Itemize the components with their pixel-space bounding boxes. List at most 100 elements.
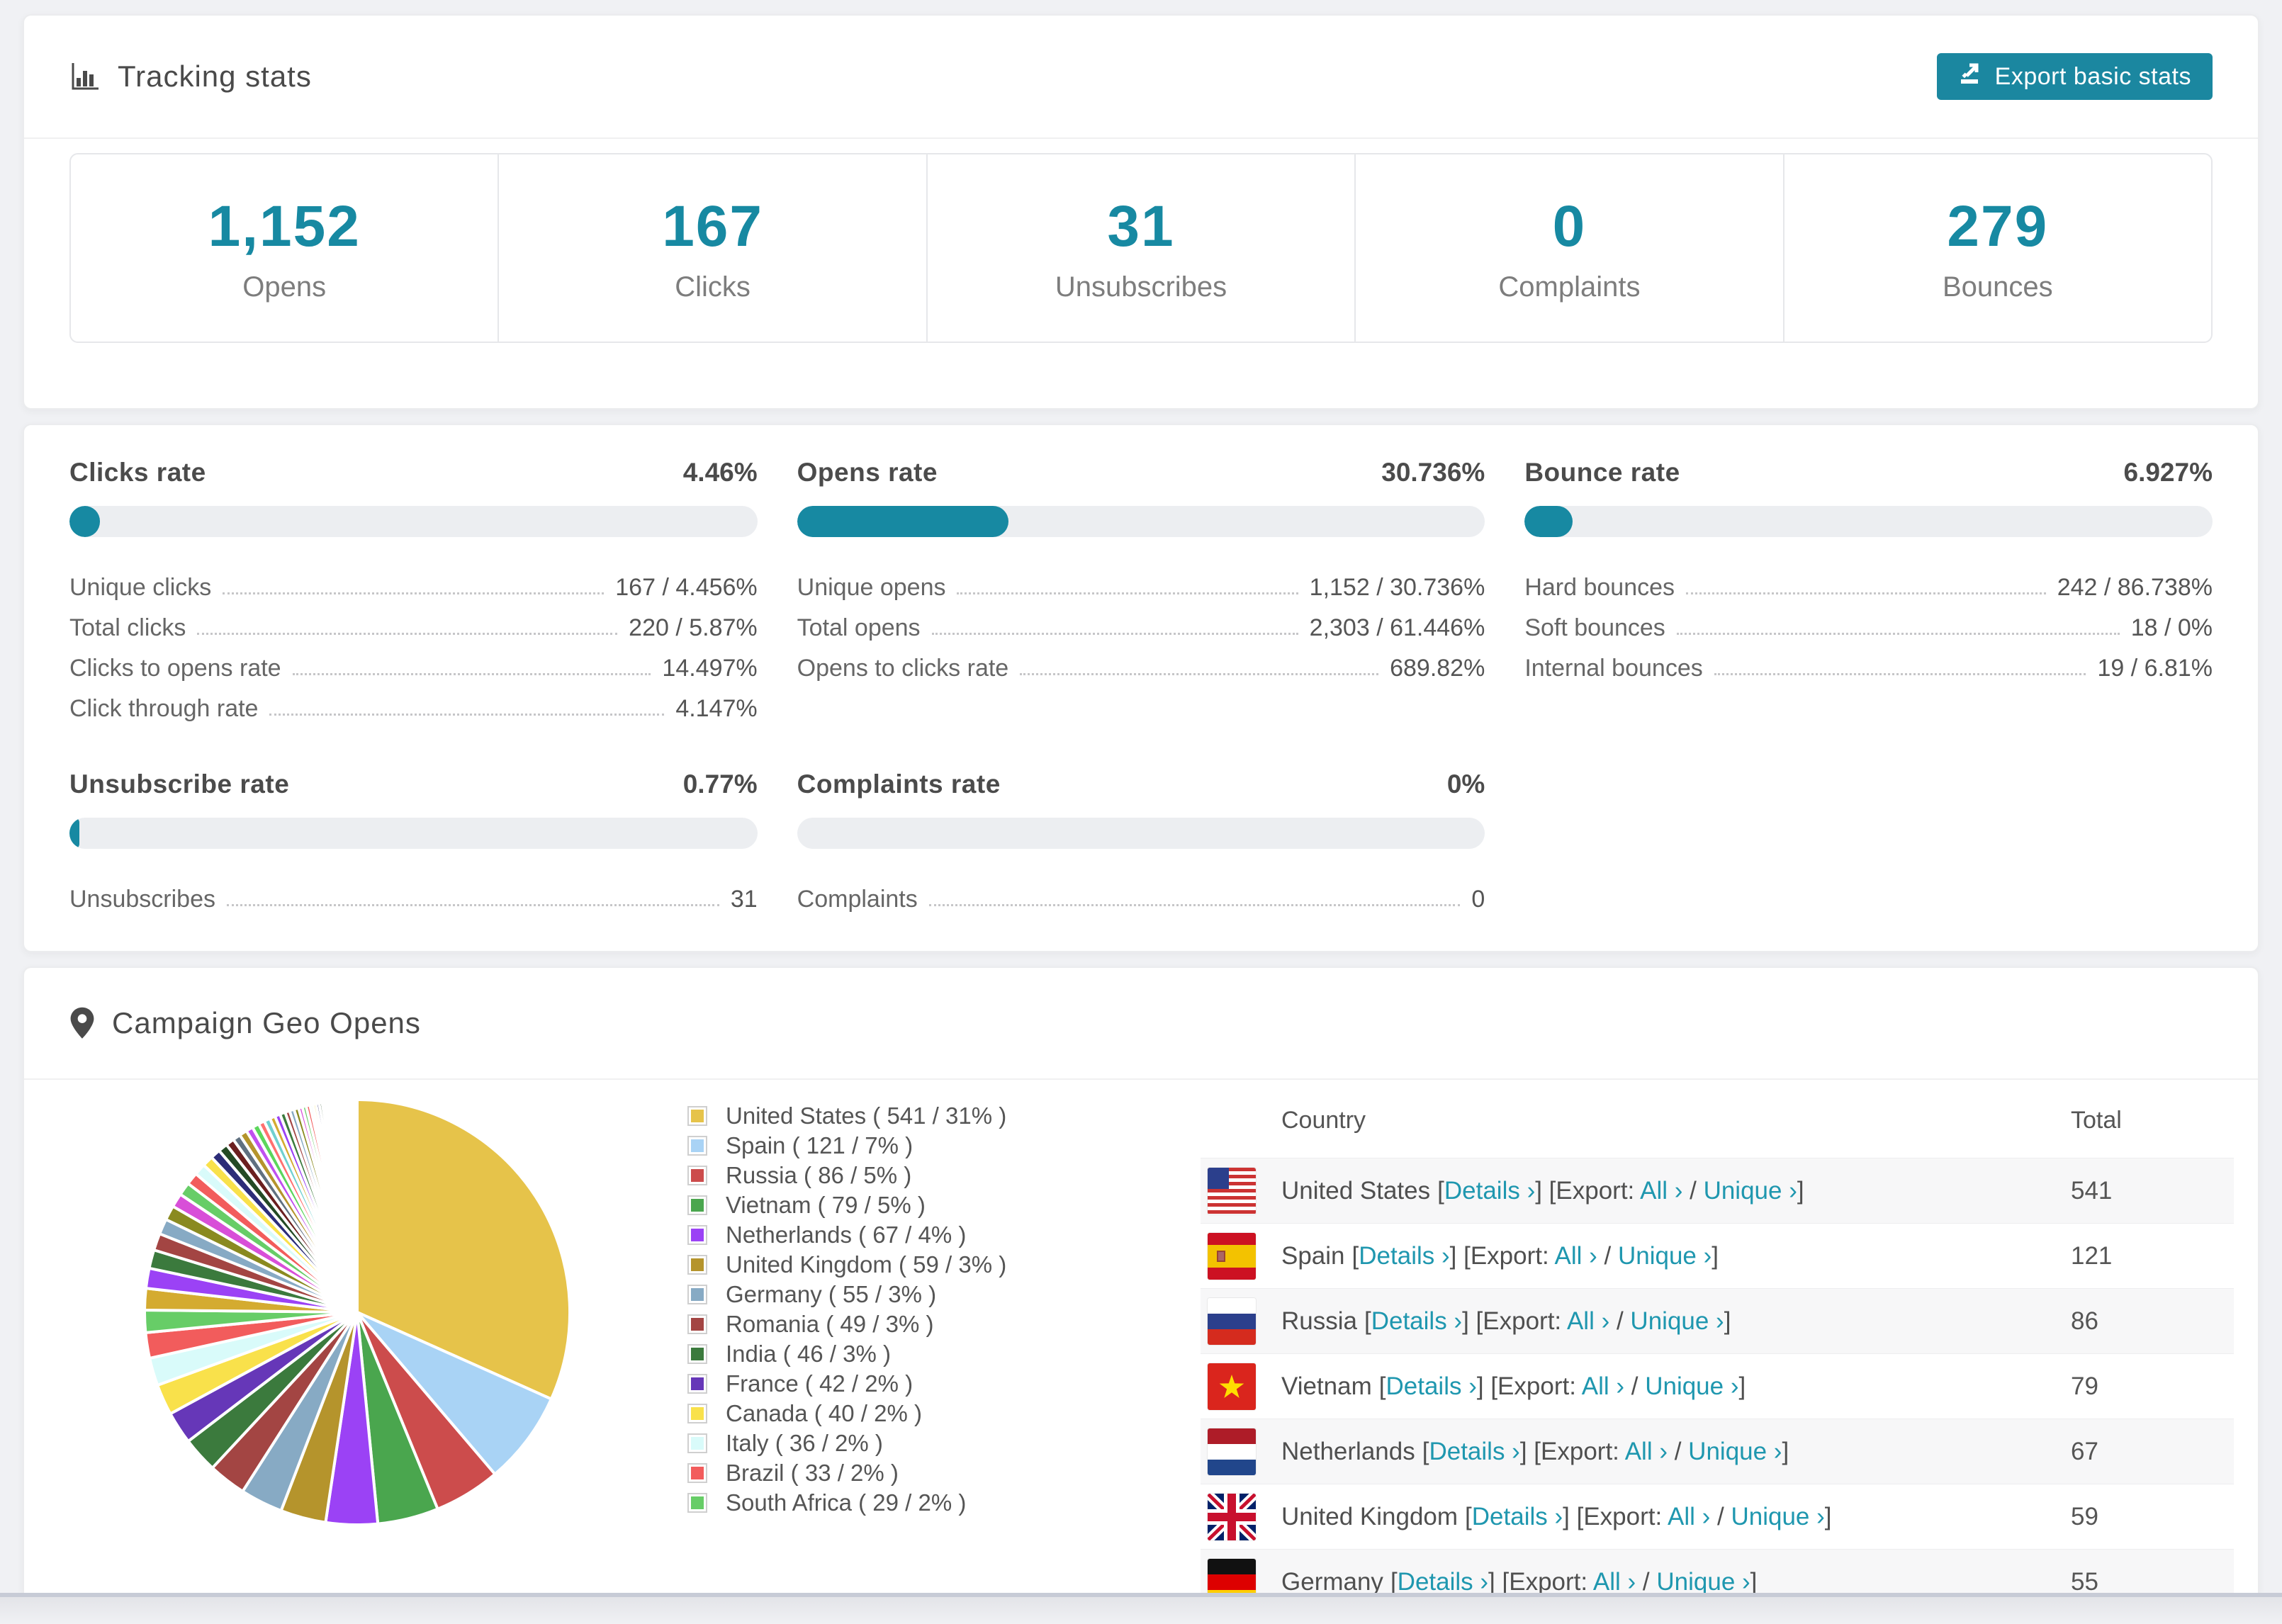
legend-item[interactable]: India ( 46 / 3% ) [687, 1339, 1201, 1369]
export-basic-stats-button[interactable]: Export basic stats [1936, 53, 2213, 100]
page-title: Tracking stats [118, 60, 312, 93]
rate-row: Soft bounces 18 / 0% [1524, 602, 2213, 642]
details-link[interactable]: Details › [1398, 1568, 1488, 1594]
rate-title: Clicks rate [69, 458, 206, 487]
rate-row-label: Click through rate [69, 695, 259, 722]
stat-card: 1,152 Opens [71, 154, 500, 342]
geo-header: Campaign Geo Opens [24, 968, 2258, 1080]
stat-value: 1,152 [208, 193, 361, 259]
rate-row: Unsubscribes 31 [69, 873, 758, 913]
export-unique-link[interactable]: Unique › [1704, 1177, 1797, 1205]
legend-label: Spain ( 121 / 7% ) [726, 1132, 914, 1158]
rate-row: Hard bounces 242 / 86.738% [1524, 561, 2213, 602]
flag-us-icon [1208, 1167, 1256, 1214]
export-all-link[interactable]: All › [1625, 1438, 1668, 1465]
rate-header: Bounce rate 6.927% [1524, 458, 2213, 487]
details-link[interactable]: Details › [1472, 1503, 1563, 1530]
details-link[interactable]: Details › [1444, 1177, 1535, 1205]
legend-label: India ( 46 / 3% ) [726, 1341, 891, 1367]
legend-swatch [687, 1136, 707, 1156]
legend-label: Brazil ( 33 / 2% ) [726, 1460, 899, 1486]
dotted-leader [1686, 592, 2046, 594]
export-unique-link[interactable]: Unique › [1630, 1307, 1724, 1335]
export-all-link[interactable]: All › [1567, 1307, 1609, 1335]
export-all-link[interactable]: All › [1555, 1242, 1597, 1270]
export-unique-link[interactable]: Unique › [1731, 1503, 1824, 1530]
stat-value: 31 [1107, 193, 1175, 259]
details-link[interactable]: Details › [1371, 1307, 1462, 1335]
legend-item[interactable]: Brazil ( 33 / 2% ) [687, 1458, 1201, 1488]
rate-row-label: Complaints [797, 886, 918, 913]
dotted-leader [1020, 673, 1379, 675]
export-unique-link[interactable]: Unique › [1656, 1568, 1750, 1594]
country-links: [Details ›] [Export: All › / Unique ›] [1437, 1176, 1804, 1205]
dotted-leader [931, 633, 1298, 635]
rate-row-value: 0 [1471, 886, 1485, 913]
page-bottom-background [0, 1597, 2282, 1624]
legend-item[interactable]: Italy ( 36 / 2% ) [687, 1428, 1201, 1458]
legend-label: France ( 42 / 2% ) [726, 1370, 914, 1397]
legend-swatch [687, 1374, 707, 1394]
legend-swatch [687, 1404, 707, 1423]
export-all-link[interactable]: All › [1593, 1568, 1636, 1594]
geo-title-group: Campaign Geo Opens [69, 1006, 421, 1040]
table-row: United Kingdom [Details ›] [Export: All ›… [1201, 1484, 2234, 1549]
campaign-geo-opens-card: Campaign Geo Opens United States ( 541 /… [23, 966, 2259, 1593]
rate-row: Click through rate 4.147% [69, 682, 758, 723]
table-row: Netherlands [Details ›] [Export: All › / … [1201, 1419, 2234, 1484]
legend-label: Russia ( 86 / 5% ) [726, 1162, 912, 1188]
rate-row-label: Internal bounces [1524, 655, 1703, 682]
export-unique-link[interactable]: Unique › [1645, 1372, 1738, 1400]
export-all-link[interactable]: All › [1582, 1372, 1624, 1400]
progress-bar [1524, 506, 2213, 537]
legend-item[interactable]: Canada ( 40 / 2% ) [687, 1399, 1201, 1428]
legend-label: United Kingdom ( 59 / 3% ) [726, 1251, 1007, 1278]
country-name: United States [1281, 1176, 1431, 1205]
export-unique-link[interactable]: Unique › [1688, 1438, 1782, 1465]
rate-title: Bounce rate [1524, 458, 1680, 487]
details-link[interactable]: Details › [1386, 1372, 1477, 1400]
table-row: Spain [Details ›] [Export: All › / Unique… [1201, 1223, 2234, 1288]
geo-table: Country Total United States [Details ›] [… [1201, 1083, 2234, 1593]
stat-label: Unsubscribes [1055, 271, 1227, 303]
rate-row: Unique opens 1,152 / 30.736% [797, 561, 1485, 602]
legend-item[interactable]: Vietnam ( 79 / 5% ) [687, 1190, 1201, 1220]
country-total: 121 [2071, 1241, 2113, 1270]
rate-row: Unique clicks 167 / 4.456% [69, 561, 758, 602]
dotted-leader [1714, 673, 2086, 675]
legend-item[interactable]: Netherlands ( 67 / 4% ) [687, 1220, 1201, 1250]
export-all-link[interactable]: All › [1640, 1177, 1682, 1205]
legend-item[interactable]: Romania ( 49 / 3% ) [687, 1309, 1201, 1339]
legend-item[interactable]: Germany ( 55 / 3% ) [687, 1280, 1201, 1309]
dotted-leader [223, 592, 605, 594]
legend-item[interactable]: France ( 42 / 2% ) [687, 1369, 1201, 1399]
country-name: United Kingdom [1281, 1502, 1458, 1530]
legend-item[interactable]: United States ( 541 / 31% ) [687, 1101, 1201, 1131]
rate-title: Opens rate [797, 458, 938, 487]
legend-item[interactable]: Spain ( 121 / 7% ) [687, 1131, 1201, 1161]
legend-label: South Africa ( 29 / 2% ) [726, 1489, 967, 1516]
legend-item[interactable]: Russia ( 86 / 5% ) [687, 1161, 1201, 1190]
details-link[interactable]: Details › [1429, 1438, 1519, 1465]
table-row: Vietnam [Details ›] [Export: All › / Uniq… [1201, 1353, 2234, 1419]
geo-pie-chart [69, 1083, 687, 1593]
rate-row-label: Hard bounces [1524, 574, 1675, 601]
rate-rows: Unique opens 1,152 / 30.736% Total opens 2,… [797, 561, 1485, 682]
export-all-link[interactable]: All › [1668, 1503, 1710, 1530]
rate-header: Unsubscribe rate 0.77% [69, 769, 758, 799]
legend-item[interactable]: South Africa ( 29 / 2% ) [687, 1488, 1201, 1518]
legend-swatch [687, 1225, 707, 1245]
flag-vn-icon [1208, 1363, 1256, 1410]
country-links: [Details ›] [Export: All › / Unique ›] [1364, 1307, 1731, 1335]
country-total: 55 [2071, 1567, 2098, 1594]
stat-value: 279 [1947, 193, 2049, 259]
rate-row-value: 18 / 0% [2130, 614, 2213, 641]
legend-item[interactable]: United Kingdom ( 59 / 3% ) [687, 1250, 1201, 1280]
country-name: Netherlands [1281, 1437, 1415, 1465]
export-unique-link[interactable]: Unique › [1618, 1242, 1712, 1270]
tracking-stats-title-group: Tracking stats [69, 60, 312, 94]
details-link[interactable]: Details › [1359, 1242, 1449, 1270]
rate-row: Complaints 0 [797, 873, 1485, 913]
pie-slice[interactable] [354, 1098, 359, 1314]
rate-row-label: Unique opens [797, 574, 946, 601]
